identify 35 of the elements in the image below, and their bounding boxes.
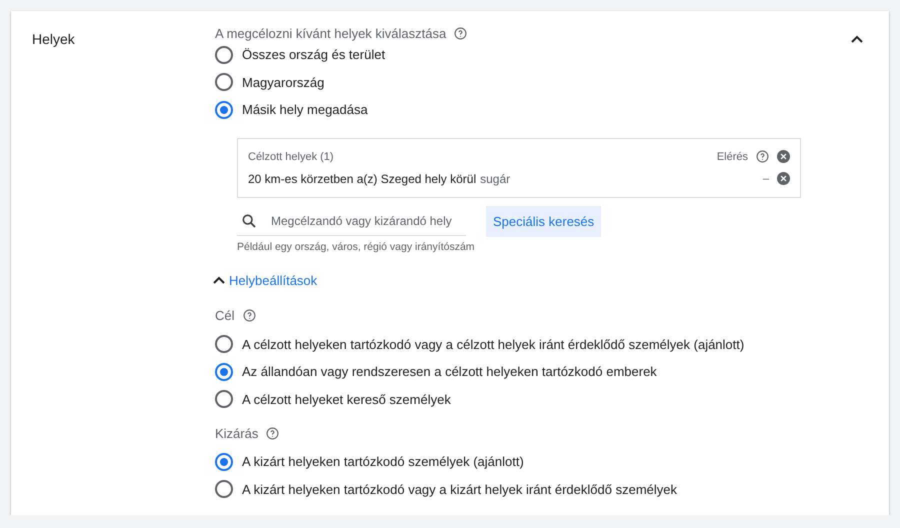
radio-button[interactable] (215, 480, 233, 498)
option-label: A célzott helyeken tartózkodó vagy a célzott helyek iránt érdeklődő személyek (ajánlott) (242, 336, 744, 352)
panel-header: Célzott helyek (1) (248, 150, 334, 162)
location-type: sugár (480, 172, 510, 186)
reach-value: – (762, 172, 769, 184)
search-icon (241, 212, 257, 228)
radio-button[interactable] (215, 362, 233, 381)
radio-button[interactable] (215, 73, 233, 92)
section-title: Helyek (32, 30, 75, 47)
radio-button[interactable] (215, 46, 233, 64)
radio-button[interactable] (215, 100, 233, 119)
option-label: A célzott helyeket kereső személyek (242, 392, 451, 407)
reach-label: Elérés (716, 150, 748, 162)
help-icon[interactable] (454, 26, 468, 40)
help-icon[interactable] (266, 426, 280, 440)
group-title: Cél (215, 308, 235, 323)
option-label: A kizárt helyeken tartózkodó személyek (ajánlott) (242, 454, 524, 470)
radio-button[interactable] (215, 335, 233, 354)
location-options-toggle[interactable]: Helybeállítások (213, 272, 318, 288)
option-label: Az állandóan vagy rendszeresen a célzott helyeken tartózkodó emberek (242, 364, 657, 380)
option-label: Másik hely megadása (242, 102, 368, 118)
option-label: Magyarország (242, 74, 324, 90)
option-label: Összes ország és terület (242, 47, 386, 62)
question-label: A megcélozni kívánt helyek kiválasztása (215, 26, 446, 40)
help-icon[interactable] (756, 150, 769, 163)
remove-icon[interactable] (777, 172, 790, 185)
search-hint: Például egy ország, város, régió vagy irányítószám (237, 240, 475, 252)
radio-button[interactable] (215, 390, 233, 408)
remove-icon[interactable] (777, 150, 790, 163)
group-title: Kizárás (215, 426, 258, 440)
advanced-search-button[interactable]: Speciális keresés (486, 206, 602, 236)
help-icon[interactable] (242, 309, 256, 322)
option-label: A kizárt helyeken tartózkodó vagy a kizárt helyek iránt érdeklődő személyek (242, 482, 677, 497)
radio-button[interactable] (215, 452, 233, 471)
location-text: 20 km-es körzetben a(z) Szeged hely körül (248, 172, 476, 186)
